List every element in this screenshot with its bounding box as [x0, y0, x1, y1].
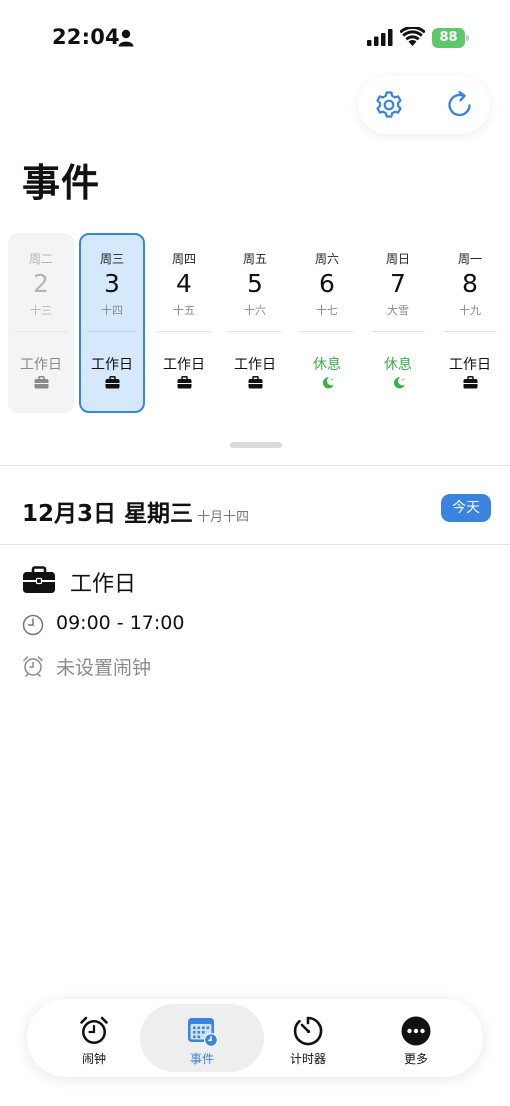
- timer-icon: [293, 1016, 323, 1046]
- day-lunar: 大雪: [387, 304, 409, 317]
- battery-tip: [466, 35, 469, 41]
- day-weekday: 周四: [171, 252, 196, 266]
- tab-more[interactable]: 更多: [362, 1004, 470, 1072]
- day-tag: 工作日: [163, 357, 205, 373]
- tab-label: 更多: [403, 1052, 428, 1066]
- briefcase-icon: [177, 376, 192, 389]
- selected-date-heading: 12月3日 星期三 十月十四: [22, 494, 249, 528]
- status-bar: 22:04 88: [0, 0, 510, 70]
- day-divider: [228, 331, 282, 332]
- tab-alarm[interactable]: 闹钟: [40, 1004, 148, 1072]
- day-divider: [14, 331, 68, 332]
- day-number: 2: [33, 269, 49, 298]
- day-divider: [87, 331, 137, 332]
- divider: [0, 465, 510, 466]
- day-lunar: 十七: [316, 304, 338, 317]
- battery-indicator: 88: [432, 28, 469, 48]
- day-tag: 工作日: [449, 357, 491, 373]
- day-number: 8: [462, 269, 478, 298]
- tab-events[interactable]: 事件: [140, 1004, 264, 1072]
- calendar-icon: [188, 1018, 218, 1047]
- sheet-handle[interactable]: [230, 442, 282, 448]
- day-card[interactable]: 周二 2 十三 工作日: [8, 233, 74, 413]
- day-tag: 工作日: [234, 357, 276, 373]
- day-tag: 休息: [384, 357, 412, 373]
- battery-level: 88: [432, 28, 465, 48]
- day-lunar: 十四: [101, 304, 123, 317]
- clock-icon: [22, 614, 44, 636]
- day-weekday: 周三: [99, 252, 124, 266]
- briefcase-icon: [23, 566, 55, 593]
- day-card-selected[interactable]: 周三 3 十四 工作日: [79, 233, 145, 413]
- day-lunar: 十三: [30, 304, 52, 317]
- settings-button[interactable]: [373, 89, 405, 121]
- day-divider: [371, 331, 425, 332]
- alarm-clock-icon: [23, 656, 43, 677]
- event-title: 工作日: [70, 572, 137, 597]
- day-weekday: 周日: [385, 252, 410, 266]
- today-button[interactable]: 今天: [441, 494, 491, 522]
- day-lunar: 十九: [459, 304, 481, 317]
- tab-timer[interactable]: 计时器: [254, 1004, 362, 1072]
- briefcase-icon: [105, 376, 120, 389]
- day-divider: [443, 331, 497, 332]
- tab-label: 事件: [189, 1052, 214, 1066]
- wifi-icon: [400, 27, 425, 46]
- day-card[interactable]: 周六 6 十七 休息: [294, 233, 360, 413]
- day-tag: 工作日: [20, 357, 62, 373]
- refresh-button[interactable]: [444, 89, 476, 121]
- status-time: 22:04: [52, 25, 120, 49]
- briefcase-icon: [463, 376, 478, 389]
- day-card[interactable]: 周一 8 十九 工作日: [437, 233, 503, 413]
- alarm-status: 未设置闹钟: [56, 657, 152, 679]
- briefcase-icon: [248, 376, 263, 389]
- day-divider: [300, 331, 354, 332]
- more-icon: [401, 1016, 431, 1046]
- page-title: 事件: [22, 161, 101, 205]
- divider: [0, 544, 510, 545]
- day-card[interactable]: 周五 5 十六 工作日: [222, 233, 288, 413]
- refresh-icon: [448, 91, 471, 117]
- day-number: 4: [176, 269, 192, 298]
- day-lunar: 十六: [244, 304, 266, 317]
- day-number: 6: [319, 269, 335, 298]
- gear-icon: [376, 91, 402, 118]
- selected-date: 12月3日 星期三: [22, 501, 194, 527]
- alarm-clock-icon: [80, 1016, 108, 1044]
- day-number: 5: [247, 269, 263, 298]
- cellular-signal-icon: [367, 29, 393, 46]
- day-weekday: 周二: [28, 252, 53, 266]
- day-weekday: 周六: [314, 252, 339, 266]
- person-icon: [118, 29, 134, 47]
- tab-bar: 闹钟 事件 计时器 更多: [27, 999, 483, 1077]
- day-number: 3: [104, 269, 120, 298]
- day-tag: 工作日: [91, 357, 133, 373]
- event-time: 09:00 - 17:00: [56, 612, 185, 634]
- moon-icon: [322, 377, 334, 389]
- day-card[interactable]: 周四 4 十五 工作日: [151, 233, 217, 413]
- briefcase-icon: [34, 376, 49, 389]
- moon-icon: [393, 377, 405, 389]
- day-card[interactable]: 周日 7 大雪 休息: [365, 233, 431, 413]
- day-weekday: 周五: [242, 252, 267, 266]
- day-lunar: 十五: [173, 304, 195, 317]
- tab-label: 闹钟: [81, 1052, 106, 1066]
- selected-lunar-date: 十月十四: [197, 510, 250, 525]
- day-weekday: 周一: [457, 252, 482, 266]
- tab-label: 计时器: [289, 1052, 326, 1066]
- day-divider: [157, 331, 211, 332]
- top-action-group: [358, 76, 490, 134]
- day-tag: 休息: [313, 357, 341, 373]
- day-number: 7: [390, 269, 406, 298]
- week-strip: 周二 2 十三 工作日 周三 3 十四 工作日 周四 4 十五 工作日 周五 5…: [8, 233, 510, 415]
